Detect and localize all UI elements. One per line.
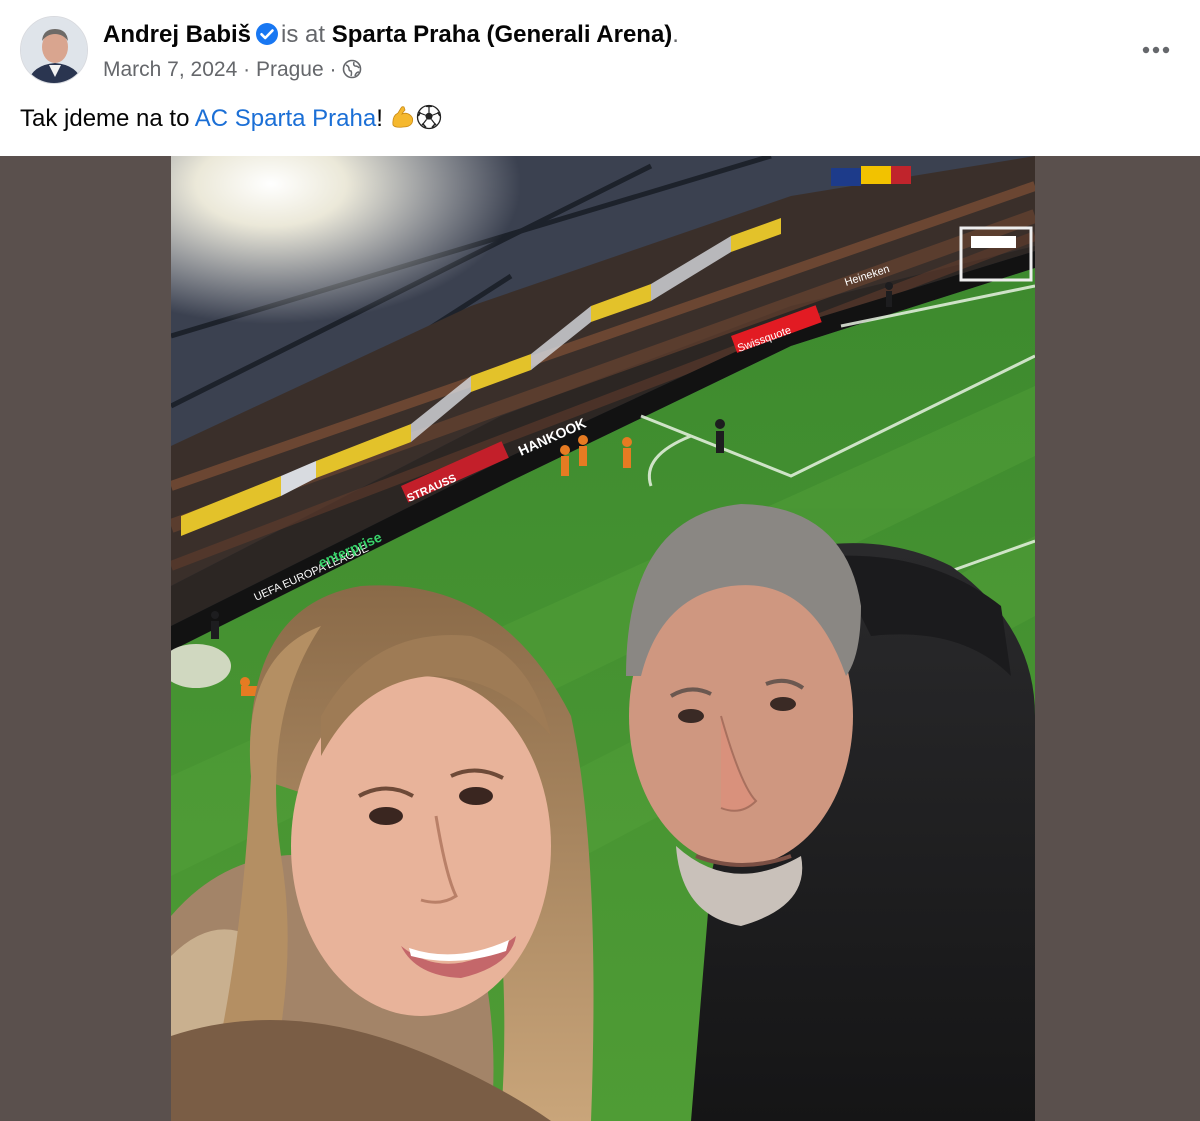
caption-text: Tak jdeme na to [20,105,195,132]
globe-icon[interactable] [342,59,362,79]
post-photo[interactable]: UEFA EUROPA LEAGUE enterprise STRAUSS HA… [171,156,1035,1121]
soccer-ball-emoji [416,104,441,130]
caption-exclamation: ! [376,105,383,132]
author-name[interactable]: Andrej Babiš [103,21,251,48]
post-media-area[interactable]: UEFA EUROPA LEAGUE enterprise STRAUSS HA… [0,156,1200,1121]
verified-badge-icon [256,23,279,45]
meta-separator: · [329,58,337,81]
mention-link[interactable]: AC Sparta Praha [195,105,376,132]
more-options-icon [1142,46,1170,54]
more-options-button[interactable] [1136,30,1176,70]
flexed-biceps-emoji [392,106,413,128]
stadium-selfie-image: UEFA EUROPA LEAGUE enterprise STRAUSS HA… [171,156,1035,1121]
post-city[interactable]: Prague [256,58,324,81]
post-title: Andrej Babiš is at Sparta Praha (General… [103,19,679,51]
meta-separator: · [243,58,251,81]
title-period: . [672,21,679,48]
is-at-label: is at [281,21,326,48]
post-header: Andrej Babiš is at Sparta Praha (General… [0,0,1200,156]
post-caption: Tak jdeme na to AC Sparta Praha! [20,103,442,135]
post-date[interactable]: March 7, 2024 [103,58,237,81]
avatar-portrait [21,17,87,83]
author-avatar[interactable] [20,16,88,84]
post-meta: March 7, 2024 · Prague · [103,56,362,84]
location-link[interactable]: Sparta Praha (Generali Arena) [332,21,673,48]
